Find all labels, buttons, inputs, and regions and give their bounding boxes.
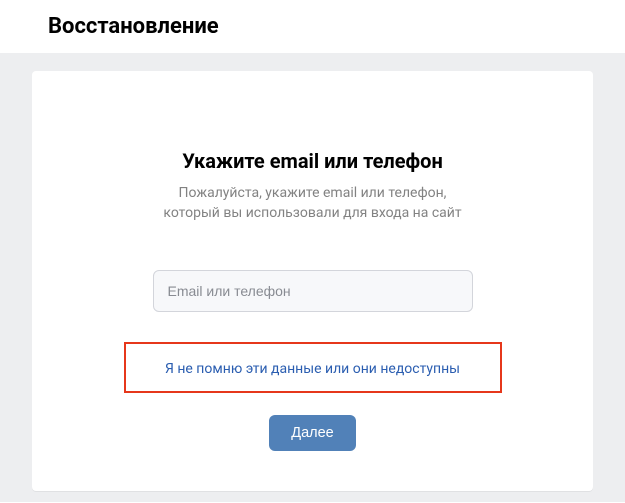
recovery-card: Укажите email или телефон Пожалуйста, ук… <box>32 71 593 491</box>
forgot-data-link[interactable]: Я не помню эти данные или они недоступны <box>165 361 460 377</box>
forgot-link-highlight: Я не помню эти данные или они недоступны <box>124 342 502 393</box>
page-title: Восстановление <box>48 14 625 39</box>
email-phone-input[interactable] <box>153 270 473 312</box>
card-title: Укажите email или телефон <box>82 149 543 173</box>
subtitle-line-2: который вы использовали для входа на сай… <box>163 205 461 221</box>
page-background: Укажите email или телефон Пожалуйста, ук… <box>0 53 625 502</box>
page-header: Восстановление <box>0 0 625 53</box>
next-button[interactable]: Далее <box>269 415 355 451</box>
card-subtitle: Пожалуйста, укажите email или телефон, к… <box>82 183 543 224</box>
subtitle-line-1: Пожалуйста, укажите email или телефон, <box>179 185 447 201</box>
